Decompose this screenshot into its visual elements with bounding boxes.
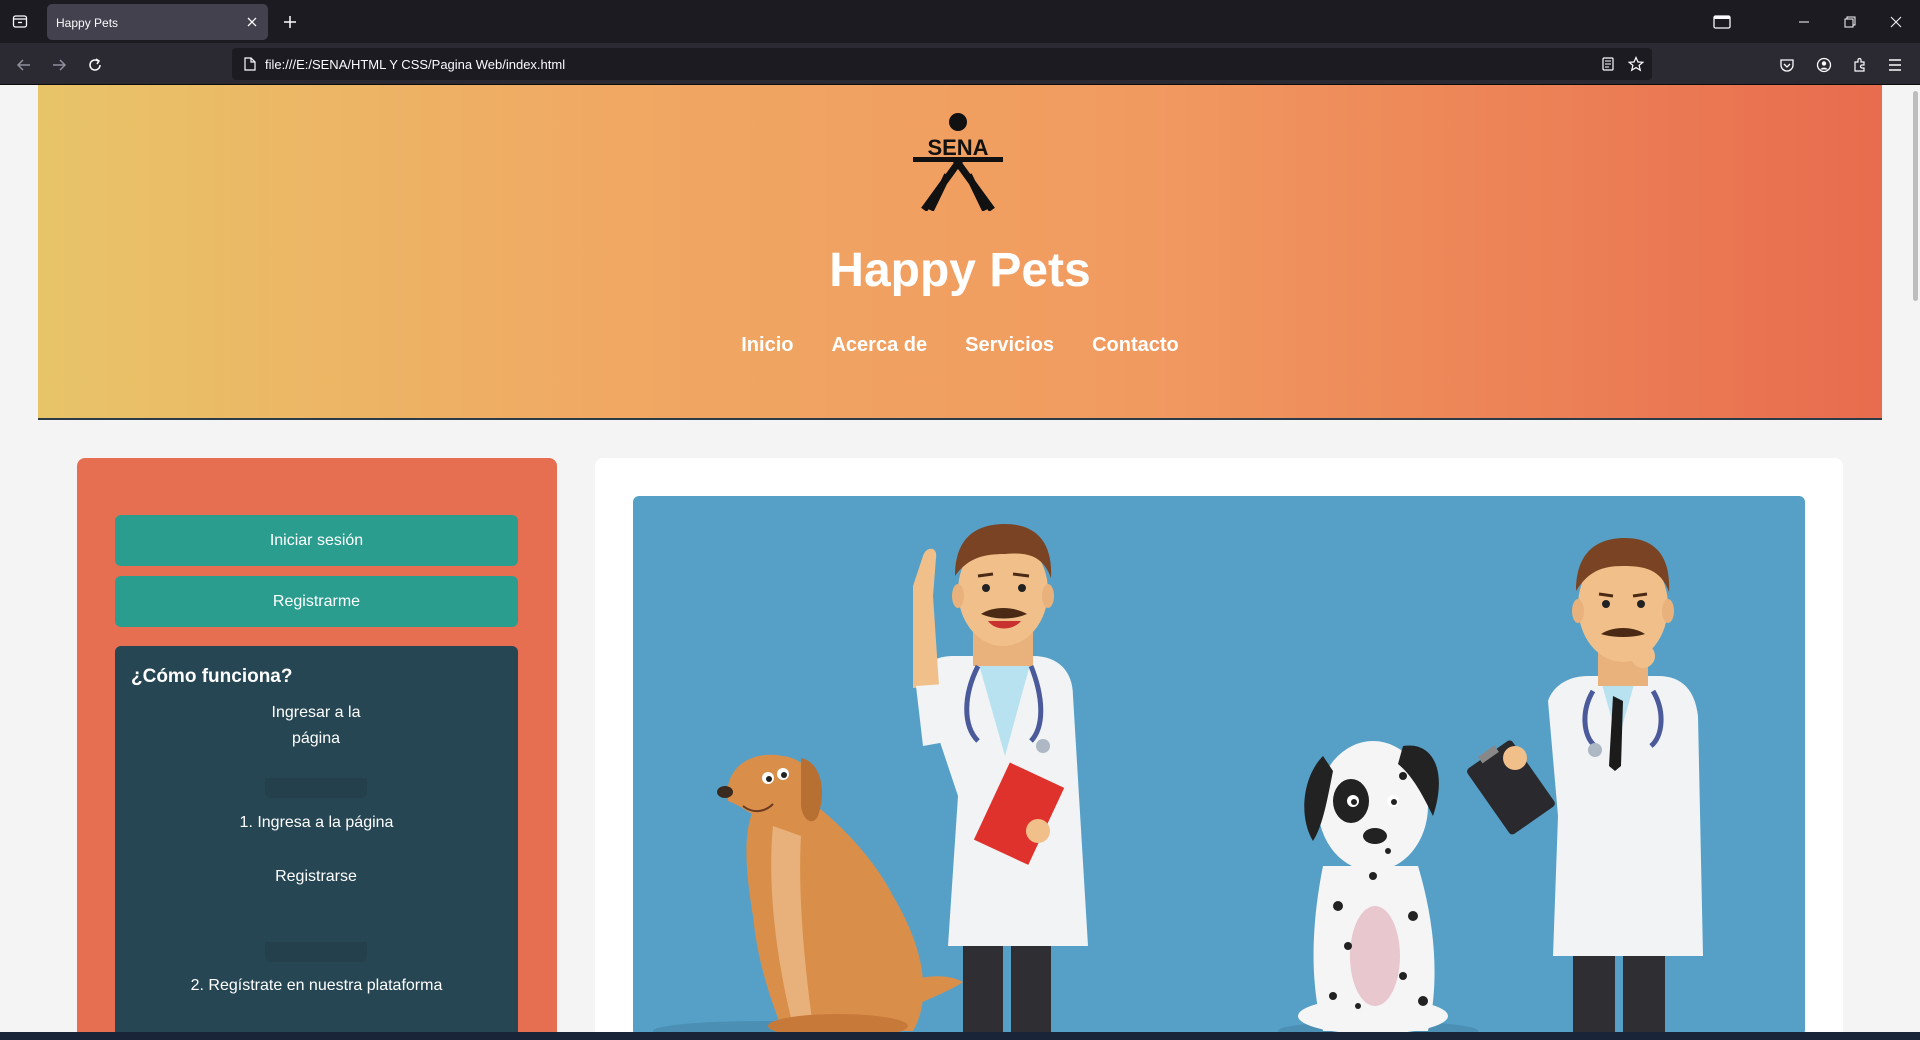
extensions-icon[interactable] [1846, 51, 1874, 79]
sidebar: Iniciar sesión Registrarme ¿Cómo funcion… [77, 458, 557, 1032]
close-tab-icon[interactable] [244, 14, 260, 30]
forward-icon[interactable] [45, 51, 73, 79]
file-icon [240, 54, 260, 74]
minimize-icon[interactable] [1790, 8, 1818, 36]
browser-toolbar: file:///E:/SENA/HTML Y CSS/Pagina Web/in… [0, 43, 1920, 85]
how-it-works-title: ¿Cómo funciona? [131, 666, 293, 687]
tab-list-icon[interactable] [8, 9, 32, 33]
address-bar[interactable]: file:///E:/SENA/HTML Y CSS/Pagina Web/in… [232, 48, 1652, 80]
browser-tab[interactable]: Happy Pets [47, 4, 268, 40]
nav-link-acerca-de[interactable]: Acerca de [831, 334, 927, 357]
url-text: file:///E:/SENA/HTML Y CSS/Pagina Web/in… [265, 57, 566, 72]
nav-link-servicios[interactable]: Servicios [965, 334, 1054, 357]
veterinarian-2-figure [1467, 538, 1703, 1032]
main-content [595, 458, 1843, 1032]
back-icon[interactable] [10, 51, 38, 79]
nav-link-inicio[interactable]: Inicio [741, 334, 793, 357]
site-title: Happy Pets [829, 244, 1091, 297]
restore-icon[interactable] [1836, 8, 1864, 36]
register-button[interactable]: Registrarme [115, 576, 518, 627]
os-taskbar [0, 1032, 1920, 1040]
account-icon[interactable] [1810, 51, 1838, 79]
reader-view-icon[interactable] [1598, 54, 1618, 74]
menu-icon[interactable] [1881, 51, 1909, 79]
browser-tab-bar: Happy Pets [0, 0, 1920, 43]
pocket-icon[interactable] [1773, 51, 1801, 79]
page-scrollbar[interactable] [1913, 91, 1918, 301]
step-2-image: Registrarse [265, 864, 367, 962]
reload-icon[interactable] [81, 51, 109, 79]
golden-dog-figure [717, 754, 963, 1032]
bookmark-star-icon[interactable] [1626, 54, 1646, 74]
new-tab-icon[interactable] [278, 10, 302, 34]
tab-title: Happy Pets [56, 16, 119, 30]
site-navigation: Inicio Acerca de Servicios Contacto [38, 334, 1882, 357]
how-it-works-panel: ¿Cómo funciona? Ingresar a la página 1. … [115, 646, 518, 1032]
picture-in-picture-icon[interactable] [1708, 8, 1736, 36]
step-1-image: Ingresar a la página [265, 700, 367, 798]
dalmatian-dog-figure [1298, 741, 1448, 1032]
site-header: SENA Happy Pets Inicio Acerca de Servici… [38, 85, 1882, 420]
step-2-caption: 2. Regístrate en nuestra plataforma [190, 977, 443, 994]
page-viewport: SENA Happy Pets Inicio Acerca de Servici… [0, 85, 1920, 1032]
step-1-caption: 1. Ingresa a la página [239, 814, 394, 831]
nav-link-contacto[interactable]: Contacto [1092, 334, 1179, 357]
sena-logo: SENA [908, 111, 1008, 212]
veterinarian-1-figure [913, 524, 1088, 1032]
vets-and-dogs-illustration [633, 496, 1805, 1032]
sena-logo-text: SENA [927, 135, 988, 160]
close-window-icon[interactable] [1882, 8, 1910, 36]
login-button[interactable]: Iniciar sesión [115, 515, 518, 566]
